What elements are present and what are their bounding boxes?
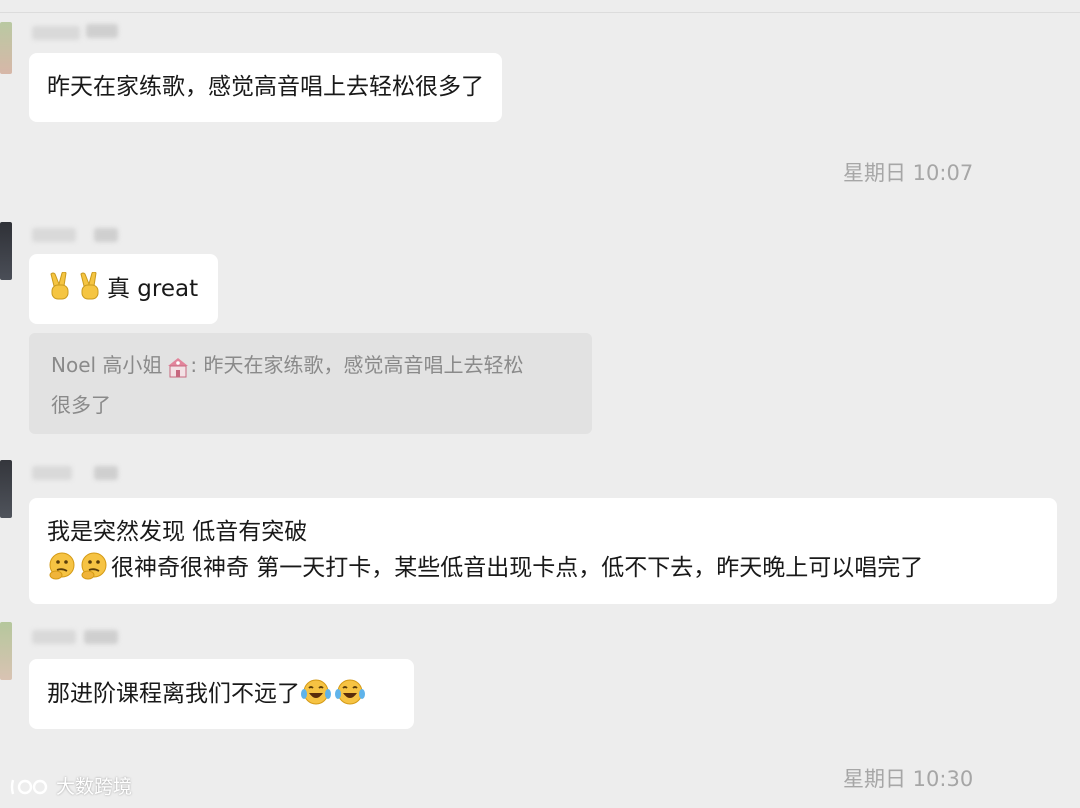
sender-name-blurred xyxy=(94,466,118,480)
brand-logo-icon xyxy=(10,779,48,795)
timestamp: 星期日 10:07 xyxy=(843,161,974,185)
thinking-face-emoji xyxy=(49,552,75,580)
quote-author: Noel 高小姐 xyxy=(51,353,163,377)
school-building-emoji xyxy=(168,358,189,378)
message-text: 很神奇很神奇 第一天打卡，某些低音出现卡点，低不下去，昨天晚上可以唱完了 xyxy=(111,555,924,581)
watermark-text: 大数跨境 xyxy=(56,776,133,798)
message-text: 真 great xyxy=(107,276,199,302)
watermark: 大数跨境 xyxy=(10,772,132,802)
sender-name-blurred xyxy=(86,24,118,38)
sender-name-blurred xyxy=(32,228,76,242)
avatar[interactable] xyxy=(0,622,12,680)
tears-of-joy-emoji xyxy=(335,679,365,705)
sender-name-blurred xyxy=(32,630,76,644)
victory-hand-emoji xyxy=(50,272,69,300)
message-bubble[interactable]: 那进阶课程离我们不远了 xyxy=(29,659,414,729)
message-line-1: 我是突然发现 低音有突破 xyxy=(47,519,308,545)
quote-text: 昨天在家练歌，感觉高音唱上去轻松 xyxy=(203,353,524,377)
sender-name-blurred xyxy=(94,228,118,242)
top-divider xyxy=(0,12,1080,13)
quote-separator: : xyxy=(190,353,204,377)
avatar[interactable] xyxy=(0,222,12,280)
victory-hand-emoji xyxy=(80,272,99,300)
quoted-message[interactable]: Noel 高小姐 : 昨天在家练歌，感觉高音唱上去轻松 很多了 xyxy=(29,333,592,434)
sender-name-blurred xyxy=(84,630,118,644)
avatar[interactable] xyxy=(0,460,12,518)
message-bubble[interactable]: 真 great xyxy=(29,254,218,324)
message-bubble[interactable]: 我是突然发现 低音有突破 很神奇很神奇 第一天打卡，某些低音出现卡点，低不下去，… xyxy=(29,498,1057,604)
avatar[interactable] xyxy=(0,22,12,74)
thinking-face-emoji xyxy=(81,552,107,580)
sender-name-blurred xyxy=(32,26,80,40)
tears-of-joy-emoji xyxy=(301,679,331,705)
message-line-2: 很神奇很神奇 第一天打卡，某些低音出现卡点，低不下去，昨天晚上可以唱完了 xyxy=(47,550,1039,586)
quote-line-1: Noel 高小姐 : 昨天在家练歌，感觉高音唱上去轻松 xyxy=(51,345,570,385)
timestamp: 星期日 10:30 xyxy=(843,767,974,791)
sender-name-blurred xyxy=(32,466,72,480)
message-text: 昨天在家练歌，感觉高音唱上去轻松很多了 xyxy=(47,74,484,100)
quote-line-2: 很多了 xyxy=(51,393,111,417)
message-text: 那进阶课程离我们不远了 xyxy=(47,681,300,707)
message-bubble[interactable]: 昨天在家练歌，感觉高音唱上去轻松很多了 xyxy=(29,53,502,122)
